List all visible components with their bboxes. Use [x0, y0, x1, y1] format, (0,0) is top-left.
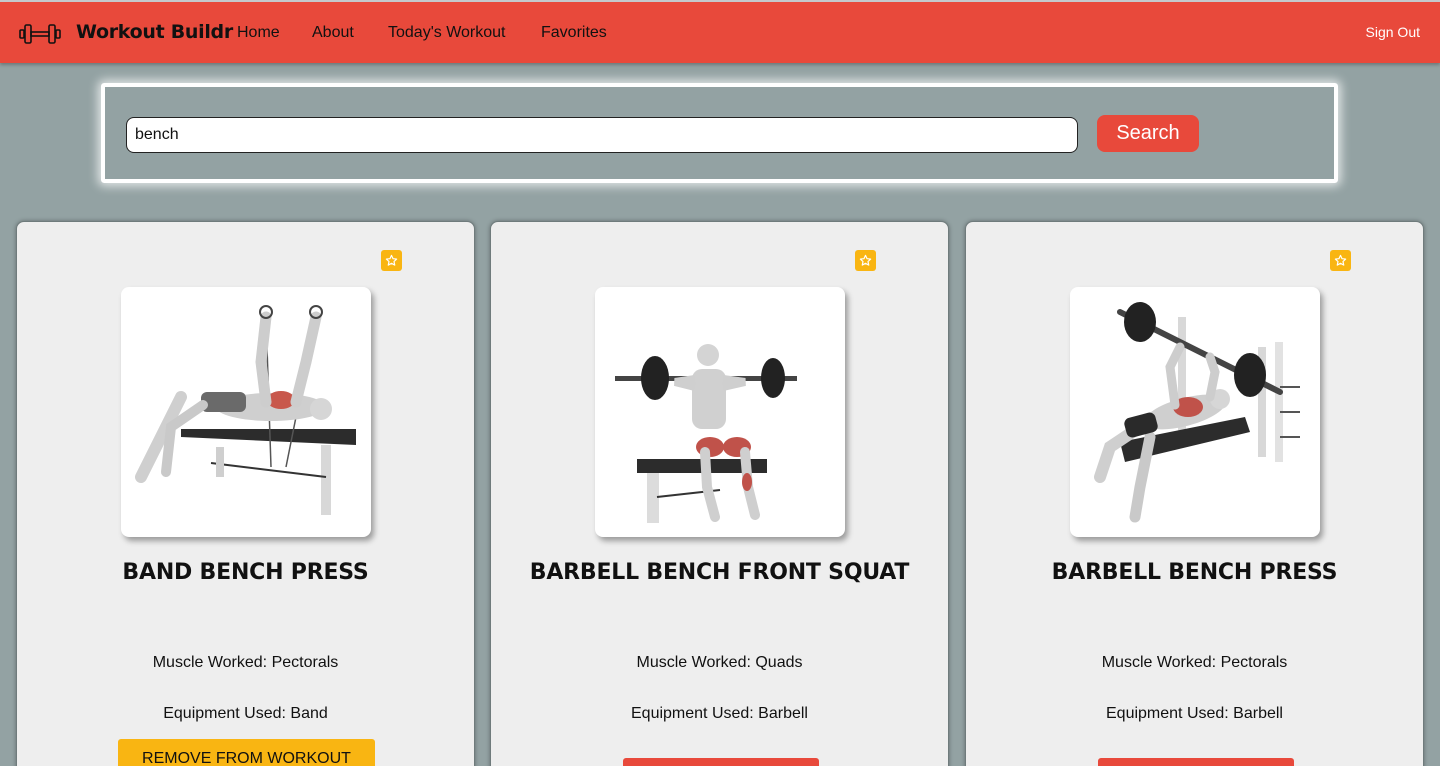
exercise-image [595, 287, 845, 537]
nav-link-todays-workout[interactable]: Today's Workout [388, 24, 505, 42]
exercise-card: BARBELL BENCH PRESS Muscle Worked: Pecto… [965, 221, 1424, 766]
equipment-used: Equipment Used: Barbell [1106, 705, 1283, 722]
nav-link-favorites[interactable]: Favorites [541, 24, 607, 42]
muscle-worked: Muscle Worked: Pectorals [152, 654, 339, 671]
exercise-image [121, 287, 371, 537]
star-icon[interactable] [381, 250, 402, 271]
star-icon[interactable] [1330, 250, 1351, 271]
add-to-workout-button[interactable] [1098, 758, 1294, 766]
exercise-title: BARBELL BENCH PRESS [1051, 560, 1338, 585]
sign-out-link[interactable]: Sign Out [1366, 24, 1420, 40]
exercise-image [1070, 287, 1320, 537]
nav-link-about[interactable]: About [312, 24, 354, 42]
exercise-title: BAND BENCH PRESS [122, 560, 369, 585]
add-to-workout-button[interactable] [623, 758, 819, 766]
navbar: Workout Buildr Home About Today's Workou… [0, 0, 1440, 63]
star-icon[interactable] [855, 250, 876, 271]
exercise-title: BARBELL BENCH FRONT SQUAT [529, 560, 910, 585]
dumbbell-icon [19, 24, 61, 44]
exercise-card: BARBELL BENCH FRONT SQUAT Muscle Worked:… [490, 221, 949, 766]
search-button[interactable]: Search [1097, 115, 1199, 152]
brand-name[interactable]: Workout Buildr [76, 21, 233, 43]
remove-from-workout-button[interactable]: REMOVE FROM WORKOUT [118, 739, 375, 766]
search-panel: Search [101, 83, 1338, 183]
nav-link-home[interactable]: Home [237, 24, 280, 42]
search-input[interactable] [126, 117, 1078, 153]
equipment-used: Equipment Used: Barbell [631, 705, 808, 722]
exercise-card: BAND BENCH PRESS Muscle Worked: Pectoral… [16, 221, 475, 766]
equipment-used: Equipment Used: Band [163, 705, 328, 722]
muscle-worked: Muscle Worked: Quads [636, 654, 803, 671]
muscle-worked: Muscle Worked: Pectorals [1101, 654, 1288, 671]
